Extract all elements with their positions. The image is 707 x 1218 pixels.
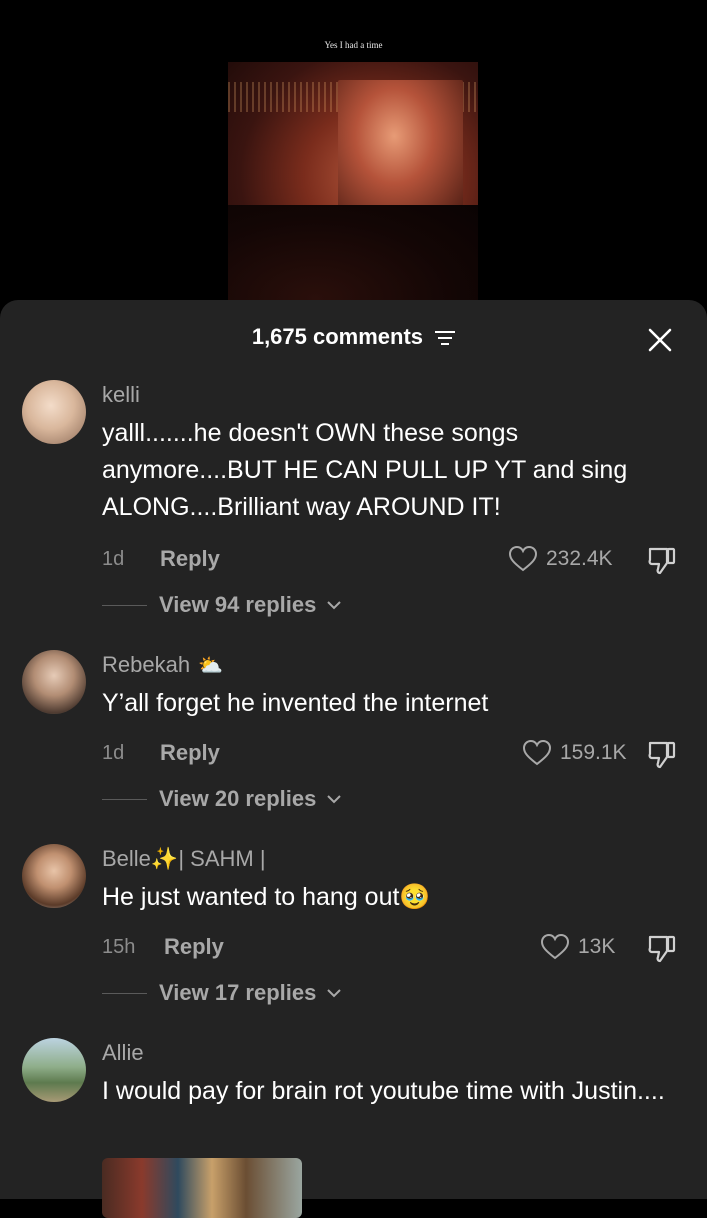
weather-badge-icon: ⛅ [198, 655, 223, 677]
reply-button[interactable]: Reply [164, 934, 224, 960]
like-count: 232.4K [546, 547, 613, 570]
chevron-down-icon [327, 601, 342, 610]
reply-button[interactable]: Reply [160, 740, 220, 766]
view-replies-button[interactable]: View 17 replies [102, 980, 342, 1006]
avatar[interactable] [22, 650, 86, 714]
divider [102, 604, 147, 606]
comment-username[interactable]: Allie [102, 1040, 144, 1066]
comment-time: 15h [102, 936, 136, 958]
view-replies-button[interactable]: View 94 replies [102, 592, 342, 618]
view-replies-label: View 17 replies [159, 980, 317, 1005]
comment-username[interactable]: Belle✨| SAHM | [102, 846, 266, 872]
like-button[interactable]: 13K [540, 933, 615, 961]
comment-time: 1d [102, 548, 125, 570]
comment-text: He just wanted to hang out🥹 [102, 883, 431, 911]
divider [102, 798, 147, 800]
chevron-down-icon [327, 989, 342, 998]
like-count: 13K [578, 935, 616, 958]
like-button[interactable]: 159.1K [522, 739, 627, 767]
avatar[interactable] [22, 844, 86, 908]
view-replies-label: View 94 replies [159, 592, 317, 617]
heart-icon [522, 739, 552, 766]
comment-attached-image[interactable] [102, 1158, 302, 1218]
thumbs-down-icon[interactable] [646, 932, 678, 964]
reply-button[interactable]: Reply [160, 546, 220, 572]
comment-username[interactable]: Rebekah ⛅ [102, 652, 223, 678]
comment-text: Y’all forget he invented the internet [102, 689, 489, 717]
heart-icon [540, 933, 570, 960]
heart-icon [508, 545, 538, 572]
thumbs-down-icon[interactable] [646, 738, 678, 770]
chevron-down-icon [327, 795, 342, 804]
view-replies-label: View 20 replies [159, 786, 317, 811]
like-count: 159.1K [560, 741, 627, 764]
comment-text: yalll.......he doesn't OWN these songs a… [102, 419, 628, 521]
comment-text: I would pay for brain rot youtube time w… [102, 1077, 665, 1105]
divider [102, 992, 147, 994]
comment-time: 1d [102, 742, 125, 764]
thumbs-down-icon[interactable] [646, 544, 678, 576]
view-replies-button[interactable]: View 20 replies [102, 786, 342, 812]
avatar[interactable] [22, 1038, 86, 1102]
comments-list: kelli yalll.......he doesn't OWN these s… [0, 0, 707, 1218]
like-button[interactable]: 232.4K [508, 545, 613, 573]
comment-username-text: Rebekah [102, 652, 191, 677]
comment-username[interactable]: kelli [102, 382, 140, 408]
avatar[interactable] [22, 380, 86, 444]
